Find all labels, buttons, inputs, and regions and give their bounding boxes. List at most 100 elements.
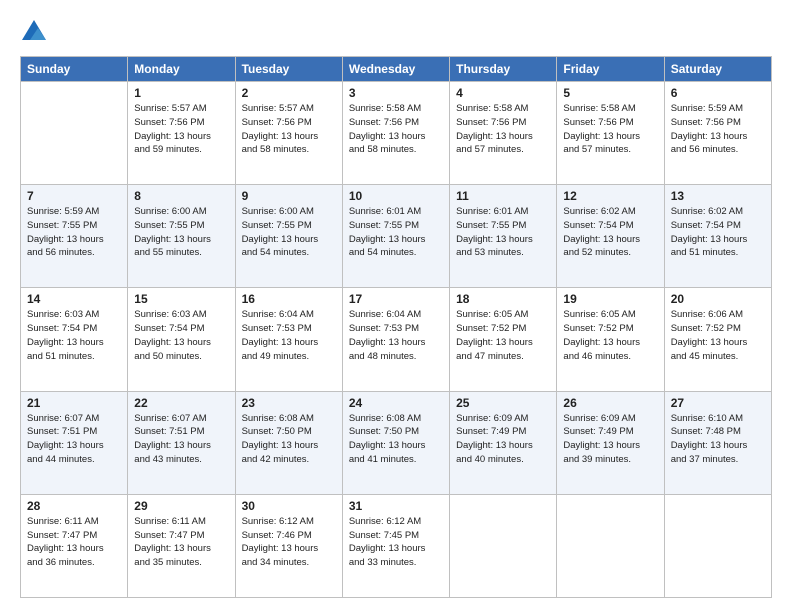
calendar-cell: 28Sunrise: 6:11 AMSunset: 7:47 PMDayligh… (21, 494, 128, 597)
day-info: Sunrise: 5:59 AMSunset: 7:55 PMDaylight:… (27, 205, 121, 260)
day-info: Sunrise: 6:09 AMSunset: 7:49 PMDaylight:… (456, 412, 550, 467)
day-info: Sunrise: 6:06 AMSunset: 7:52 PMDaylight:… (671, 308, 765, 363)
day-number: 7 (27, 189, 121, 203)
calendar-cell (450, 494, 557, 597)
calendar-week-row: 28Sunrise: 6:11 AMSunset: 7:47 PMDayligh… (21, 494, 772, 597)
day-of-week-header: Saturday (664, 57, 771, 82)
calendar-cell: 31 Sunrise: 6:12 AMSunset: 7:45 PMDayligh… (342, 494, 449, 597)
day-info: Sunrise: 6:05 AMSunset: 7:52 PMDaylight:… (563, 308, 657, 363)
day-info: Sunrise: 6:11 AMSunset: 7:47 PMDaylight:… (27, 515, 121, 570)
day-number: 1 (134, 86, 228, 100)
header (20, 18, 772, 46)
day-info: Sunrise: 6:03 AMSunset: 7:54 PMDaylight:… (27, 308, 121, 363)
day-info: Sunrise: 6:08 AMSunset: 7:50 PMDaylight:… (349, 412, 443, 467)
day-info: Sunrise: 6:00 AMSunset: 7:55 PMDaylight:… (134, 205, 228, 260)
day-of-week-header: Friday (557, 57, 664, 82)
calendar-cell: 11Sunrise: 6:01 AMSunset: 7:55 PMDayligh… (450, 185, 557, 288)
day-number: 13 (671, 189, 765, 203)
day-number: 18 (456, 292, 550, 306)
day-of-week-header: Thursday (450, 57, 557, 82)
day-info: Sunrise: 6:12 AMSunset: 7:46 PMDaylight:… (242, 515, 336, 570)
day-number: 10 (349, 189, 443, 203)
calendar-cell: 13 Sunrise: 6:02 AMSunset: 7:54 PMDayligh… (664, 185, 771, 288)
day-info: Sunrise: 5:58 AMSunset: 7:56 PMDaylight:… (349, 102, 443, 157)
day-info: Sunrise: 6:02 AMSunset: 7:54 PMDaylight:… (671, 205, 765, 260)
day-info: Sunrise: 6:09 AMSunset: 7:49 PMDaylight:… (563, 412, 657, 467)
day-info: Sunrise: 6:05 AMSunset: 7:52 PMDaylight:… (456, 308, 550, 363)
calendar-cell: 5 Sunrise: 5:58 AMSunset: 7:56 PMDaylight… (557, 82, 664, 185)
calendar-cell: 23Sunrise: 6:08 AMSunset: 7:50 PMDayligh… (235, 391, 342, 494)
calendar-cell: 7 Sunrise: 5:59 AMSunset: 7:55 PMDaylight… (21, 185, 128, 288)
day-number: 31 (349, 499, 443, 513)
day-info: Sunrise: 6:12 AMSunset: 7:45 PMDaylight:… (349, 515, 443, 570)
day-info: Sunrise: 6:11 AMSunset: 7:47 PMDaylight:… (134, 515, 228, 570)
day-info: Sunrise: 5:58 AMSunset: 7:56 PMDaylight:… (563, 102, 657, 157)
day-number: 19 (563, 292, 657, 306)
day-number: 17 (349, 292, 443, 306)
day-info: Sunrise: 6:10 AMSunset: 7:48 PMDaylight:… (671, 412, 765, 467)
day-number: 22 (134, 396, 228, 410)
calendar-cell: 4 Sunrise: 5:58 AMSunset: 7:56 PMDaylight… (450, 82, 557, 185)
day-info: Sunrise: 6:07 AMSunset: 7:51 PMDaylight:… (27, 412, 121, 467)
calendar-cell: 27 Sunrise: 6:10 AMSunset: 7:48 PMDayligh… (664, 391, 771, 494)
calendar-cell: 21 Sunrise: 6:07 AMSunset: 7:51 PMDayligh… (21, 391, 128, 494)
calendar-cell: 19 Sunrise: 6:05 AMSunset: 7:52 PMDayligh… (557, 288, 664, 391)
day-number: 25 (456, 396, 550, 410)
day-info: Sunrise: 6:01 AMSunset: 7:55 PMDaylight:… (349, 205, 443, 260)
day-info: Sunrise: 6:02 AMSunset: 7:54 PMDaylight:… (563, 205, 657, 260)
calendar-cell: 24 Sunrise: 6:08 AMSunset: 7:50 PMDayligh… (342, 391, 449, 494)
calendar-cell: 2Sunrise: 5:57 AMSunset: 7:56 PMDaylight… (235, 82, 342, 185)
calendar-table: SundayMondayTuesdayWednesdayThursdayFrid… (20, 56, 772, 598)
day-info: Sunrise: 6:07 AMSunset: 7:51 PMDaylight:… (134, 412, 228, 467)
calendar-cell: 3 Sunrise: 5:58 AMSunset: 7:56 PMDaylight… (342, 82, 449, 185)
day-number: 30 (242, 499, 336, 513)
calendar-cell: 22 Sunrise: 6:07 AMSunset: 7:51 PMDayligh… (128, 391, 235, 494)
calendar-cell: 29 Sunrise: 6:11 AMSunset: 7:47 PMDayligh… (128, 494, 235, 597)
day-number: 9 (242, 189, 336, 203)
day-info: Sunrise: 6:08 AMSunset: 7:50 PMDaylight:… (242, 412, 336, 467)
calendar-week-row: 14 Sunrise: 6:03 AMSunset: 7:54 PMDayligh… (21, 288, 772, 391)
calendar-cell (664, 494, 771, 597)
calendar-week-row: 21 Sunrise: 6:07 AMSunset: 7:51 PMDayligh… (21, 391, 772, 494)
calendar-cell: 15 Sunrise: 6:03 AMSunset: 7:54 PMDayligh… (128, 288, 235, 391)
header-row: SundayMondayTuesdayWednesdayThursdayFrid… (21, 57, 772, 82)
calendar-cell: 25 Sunrise: 6:09 AMSunset: 7:49 PMDayligh… (450, 391, 557, 494)
day-info: Sunrise: 6:04 AMSunset: 7:53 PMDaylight:… (349, 308, 443, 363)
calendar-cell (557, 494, 664, 597)
day-number: 4 (456, 86, 550, 100)
day-number: 21 (27, 396, 121, 410)
calendar-week-row: 1 Sunrise: 5:57 AMSunset: 7:56 PMDaylight… (21, 82, 772, 185)
day-number: 12 (563, 189, 657, 203)
day-info: Sunrise: 6:04 AMSunset: 7:53 PMDaylight:… (242, 308, 336, 363)
calendar-cell: 1 Sunrise: 5:57 AMSunset: 7:56 PMDaylight… (128, 82, 235, 185)
calendar-cell: 6Sunrise: 5:59 AMSunset: 7:56 PMDaylight… (664, 82, 771, 185)
day-info: Sunrise: 5:57 AMSunset: 7:56 PMDaylight:… (134, 102, 228, 157)
day-number: 29 (134, 499, 228, 513)
day-number: 5 (563, 86, 657, 100)
calendar-cell: 26 Sunrise: 6:09 AMSunset: 7:49 PMDayligh… (557, 391, 664, 494)
day-number: 14 (27, 292, 121, 306)
calendar-cell (21, 82, 128, 185)
calendar-cell: 10 Sunrise: 6:01 AMSunset: 7:55 PMDayligh… (342, 185, 449, 288)
calendar-cell: 30 Sunrise: 6:12 AMSunset: 7:46 PMDayligh… (235, 494, 342, 597)
day-of-week-header: Tuesday (235, 57, 342, 82)
calendar-cell: 8Sunrise: 6:00 AMSunset: 7:55 PMDaylight… (128, 185, 235, 288)
day-number: 26 (563, 396, 657, 410)
day-number: 24 (349, 396, 443, 410)
day-info: Sunrise: 6:00 AMSunset: 7:55 PMDaylight:… (242, 205, 336, 260)
day-of-week-header: Wednesday (342, 57, 449, 82)
calendar-cell: 18 Sunrise: 6:05 AMSunset: 7:52 PMDayligh… (450, 288, 557, 391)
calendar-cell: 20 Sunrise: 6:06 AMSunset: 7:52 PMDayligh… (664, 288, 771, 391)
day-number: 15 (134, 292, 228, 306)
day-info: Sunrise: 6:03 AMSunset: 7:54 PMDaylight:… (134, 308, 228, 363)
calendar-cell: 12 Sunrise: 6:02 AMSunset: 7:54 PMDayligh… (557, 185, 664, 288)
logo-icon (20, 18, 48, 46)
day-number: 20 (671, 292, 765, 306)
day-info: Sunrise: 5:58 AMSunset: 7:56 PMDaylight:… (456, 102, 550, 157)
calendar-cell: 17 Sunrise: 6:04 AMSunset: 7:53 PMDayligh… (342, 288, 449, 391)
day-number: 11 (456, 189, 550, 203)
day-number: 3 (349, 86, 443, 100)
day-number: 27 (671, 396, 765, 410)
day-number: 6 (671, 86, 765, 100)
calendar-cell: 9 Sunrise: 6:00 AMSunset: 7:55 PMDaylight… (235, 185, 342, 288)
